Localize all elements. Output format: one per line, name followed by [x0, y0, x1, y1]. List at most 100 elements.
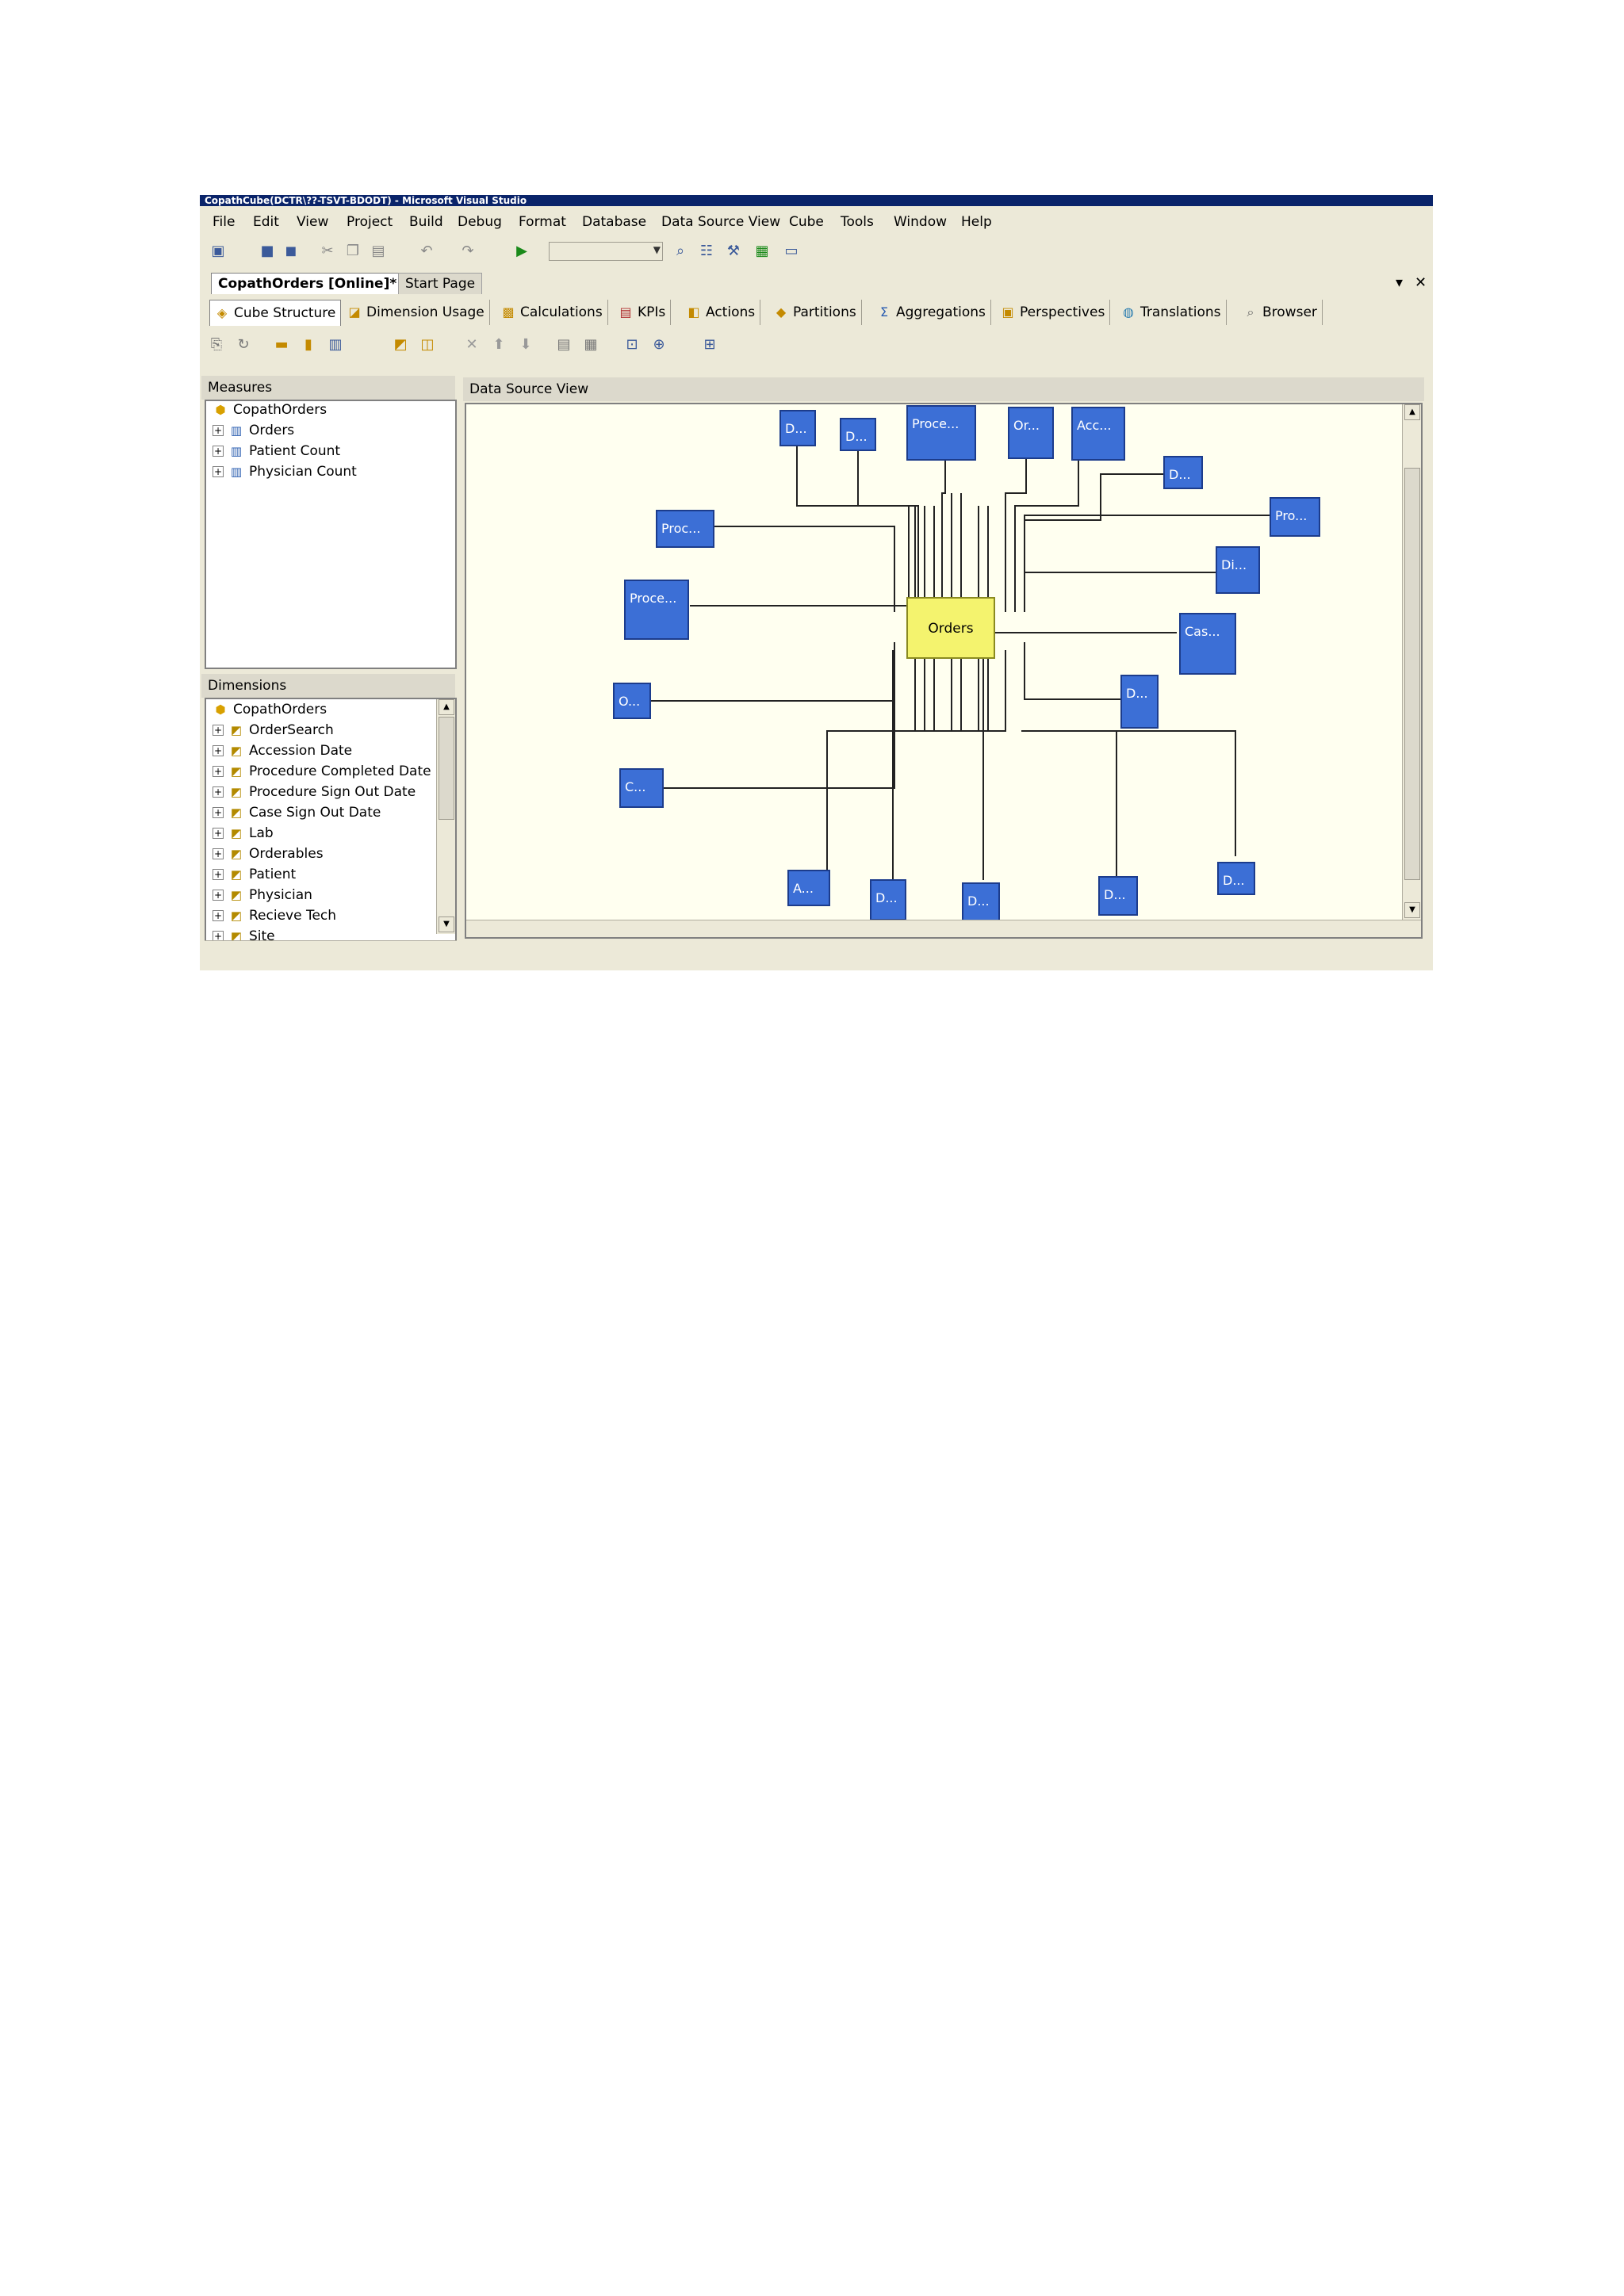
list-item[interactable]: + ◩ Case Sign Out Date [213, 802, 381, 823]
scroll-thumb[interactable] [1404, 468, 1420, 880]
tab-browser[interactable]: ⌕ Browser [1239, 300, 1323, 325]
doc-tab-copathorders[interactable]: CopathOrders [Online]* [211, 273, 404, 294]
menu-format[interactable]: Format [519, 214, 566, 230]
hide-table-icon[interactable]: ▦ [582, 336, 599, 354]
move-down-icon[interactable]: ⬇ [517, 336, 534, 354]
tree-root-dimensions[interactable]: ⬢ CopathOrders [213, 699, 327, 720]
new-measure-group-icon[interactable]: ▮ [300, 336, 317, 354]
scroll-up-icon[interactable]: ▲ [439, 699, 454, 715]
list-item[interactable]: + ◩ Procedure Completed Date [213, 761, 431, 782]
list-item[interactable]: + ◩ Patient [213, 864, 296, 885]
expand-icon[interactable]: + [213, 890, 224, 901]
list-item[interactable]: + ◩ Recieve Tech [213, 905, 336, 926]
tab-translations[interactable]: ◍ Translations [1116, 300, 1227, 325]
tab-perspectives[interactable]: ▣ Perspectives [996, 300, 1111, 325]
tab-partitions[interactable]: ◆ Partitions [769, 300, 862, 325]
expand-icon[interactable]: + [213, 848, 224, 859]
tab-cube-structure[interactable]: ◈ Cube Structure [209, 300, 342, 326]
tab-actions[interactable]: ◧ Actions [682, 300, 761, 325]
expand-icon[interactable]: + [213, 745, 224, 756]
move-up-icon[interactable]: ⬆ [490, 336, 508, 354]
window-position-icon[interactable]: ▾ [1396, 274, 1403, 291]
properties-icon[interactable]: ☷ [698, 243, 715, 260]
dsv-vscrollbar[interactable]: ▲ ▼ [1402, 404, 1421, 920]
menu-build[interactable]: Build [409, 214, 443, 230]
add-dimension-icon[interactable]: ◩ [392, 336, 409, 354]
zoom-icon[interactable]: ⊡ [623, 336, 641, 354]
find-icon[interactable]: ⌕ [672, 243, 689, 260]
tools-icon[interactable]: ⚒ [725, 243, 742, 260]
data-source-view-canvas[interactable]: D... D... Proce... Or... Acc... D... Pro... Di.… [465, 403, 1423, 939]
list-item[interactable]: + ◩ Physician [213, 885, 312, 905]
expand-icon[interactable]: + [213, 828, 224, 839]
menu-view[interactable]: View [297, 214, 328, 230]
doc-tab-start-page[interactable]: Start Page [398, 273, 483, 294]
show-grid-icon[interactable]: ▥ [327, 336, 344, 354]
process-icon[interactable]: ⎘ [208, 336, 225, 354]
dsv-table-box[interactable] [1008, 407, 1054, 459]
paste-icon[interactable]: ▤ [370, 243, 387, 260]
list-item[interactable]: + ◩ Lab [213, 823, 274, 844]
menu-file[interactable]: File [213, 214, 235, 230]
solution-config-combo[interactable]: ▼ [549, 242, 663, 261]
window-icon[interactable]: ▭ [783, 243, 800, 260]
menu-edit[interactable]: Edit [253, 214, 279, 230]
expand-icon[interactable]: + [213, 466, 224, 477]
show-table-icon[interactable]: ▤ [555, 336, 573, 354]
scroll-up-icon[interactable]: ▲ [1404, 404, 1420, 420]
copy-icon[interactable]: ❐ [344, 243, 362, 260]
list-item[interactable]: + ◩ OrderSearch [213, 720, 334, 740]
tab-dimension-usage[interactable]: ◪ Dimension Usage [343, 300, 490, 325]
tree-root-measures[interactable]: ⬢ CopathOrders [213, 401, 327, 420]
save-all-icon[interactable]: ◼ [282, 243, 300, 260]
tab-aggregations[interactable]: Σ Aggregations [872, 300, 991, 325]
menu-database[interactable]: Database [582, 214, 646, 230]
zoom-dropdown-icon[interactable]: ⊕ [650, 336, 668, 354]
menu-window[interactable]: Window [894, 214, 947, 230]
add-cube-dimension-icon[interactable]: ◫ [419, 336, 436, 354]
start-debug-icon[interactable]: ▶ [513, 243, 530, 260]
tab-calculations[interactable]: ▩ Calculations [496, 300, 608, 325]
dimensions-hscrollbar[interactable] [205, 940, 457, 958]
menu-data-source-view[interactable]: Data Source View [661, 214, 780, 230]
list-item[interactable]: + ▥ Orders [213, 420, 294, 441]
dsv-hscrollbar[interactable] [466, 920, 1421, 937]
menu-help[interactable]: Help [961, 214, 992, 230]
list-item[interactable]: + ▥ Physician Count [213, 461, 357, 482]
explorer-icon[interactable]: ▦ [753, 243, 771, 260]
dsv-table-box[interactable] [1179, 613, 1236, 675]
expand-icon[interactable]: + [213, 910, 224, 921]
expand-icon[interactable]: + [213, 786, 224, 798]
expand-icon[interactable]: + [213, 725, 224, 736]
list-item[interactable]: + ◩ Orderables [213, 844, 324, 864]
scroll-down-icon[interactable]: ▼ [1404, 902, 1420, 918]
delete-icon[interactable]: ✕ [463, 336, 481, 354]
expand-icon[interactable]: + [213, 869, 224, 880]
dimensions-scrollbar[interactable]: ▲ ▼ [436, 699, 455, 934]
save-icon[interactable]: ■ [259, 243, 276, 260]
scroll-thumb[interactable] [439, 717, 454, 820]
redo-icon[interactable]: ↷ [459, 243, 477, 260]
expand-icon[interactable]: + [213, 425, 224, 436]
menu-debug[interactable]: Debug [458, 214, 502, 230]
add-item-icon[interactable]: ▣ [209, 243, 227, 260]
menu-project[interactable]: Project [347, 214, 393, 230]
expand-icon[interactable]: + [213, 766, 224, 777]
new-measure-icon[interactable]: ▬ [273, 336, 290, 354]
scroll-down-icon[interactable]: ▼ [439, 916, 454, 932]
list-item[interactable]: + ◩ Procedure Sign Out Date [213, 782, 416, 802]
refresh-icon[interactable]: ↻ [235, 336, 252, 354]
dsv-table-box[interactable] [624, 580, 689, 640]
list-item[interactable]: + ◩ Accession Date [213, 740, 352, 761]
dsv-table-box[interactable] [1120, 675, 1159, 729]
menu-tools[interactable]: Tools [841, 214, 874, 230]
dsv-table-box[interactable] [1071, 407, 1125, 461]
layout-icon[interactable]: ⊞ [701, 336, 718, 354]
cut-icon[interactable]: ✂ [319, 243, 336, 260]
undo-icon[interactable]: ↶ [418, 243, 435, 260]
menu-cube[interactable]: Cube [789, 214, 824, 230]
close-icon[interactable]: ✕ [1415, 274, 1427, 291]
tab-kpis[interactable]: ▤ KPIs [614, 300, 672, 325]
expand-icon[interactable]: + [213, 446, 224, 457]
list-item[interactable]: + ▥ Patient Count [213, 441, 340, 461]
